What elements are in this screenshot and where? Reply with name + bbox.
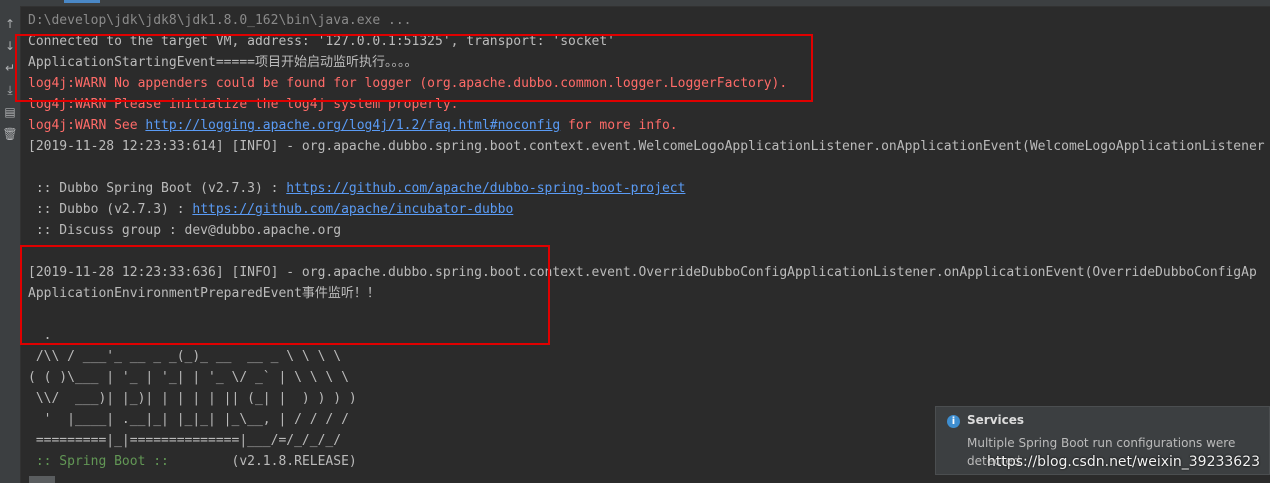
command-line: D:\develop\jdk\jdk8\jdk1.8.0_162\bin\jav… (28, 13, 412, 28)
log4j-faq-link[interactable]: http://logging.apache.org/log4j/1.2/faq.… (145, 118, 560, 133)
banner-line: \\/ ___)| |_)| | | | | || (_| | ) ) ) ) (28, 391, 357, 406)
dubbo-spring-boot-link[interactable]: https://github.com/apache/dubbo-spring-b… (286, 181, 685, 196)
active-tab-indicator[interactable] (64, 0, 100, 3)
annotation-box-bottom (20, 245, 550, 345)
spring-boot-version: (v2.1.8.RELEASE) (176, 454, 357, 469)
notification-title: Services (967, 413, 1025, 427)
dubbo-spring-boot-line: :: Dubbo Spring Boot (v2.7.3) : https://… (28, 178, 686, 199)
horizontal-scrollbar-thumb[interactable] (29, 476, 55, 483)
print-icon[interactable]: ▤ (0, 102, 20, 122)
trash-icon[interactable]: 🗑 (0, 124, 20, 144)
annotation-box-top (15, 34, 813, 102)
tool-window-tabs-bar (0, 0, 1270, 7)
dubbo-version-line: :: Dubbo (v2.7.3) : https://github.com/a… (28, 199, 513, 220)
log4j-warn-see-prefix: log4j:WARN See (28, 118, 146, 133)
spring-boot-version-line: :: Spring Boot :: (v2.1.8.RELEASE) (28, 451, 357, 472)
dubbo-spring-boot-label: :: Dubbo Spring Boot (v2.7.3) : (28, 181, 287, 196)
log4j-warn-see-line: log4j:WARN See http://logging.apache.org… (28, 115, 678, 136)
log4j-warn-see-suffix: for more info. (560, 118, 678, 133)
banner-line: ( ( )\___ | '_ | '_| | '_ \/ _` | \ \ \ … (28, 370, 349, 385)
banner-line: ' |____| .__|_| |_|_| |_\__, | / / / / (28, 412, 349, 427)
discuss-group-line: :: Discuss group : dev@dubbo.apache.org (28, 223, 342, 238)
watermark-text: https://blog.csdn.net/weixin_39233623 (987, 454, 1261, 470)
dubbo-version-label: :: Dubbo (v2.7.3) : (28, 202, 193, 217)
info-icon: i (947, 415, 960, 428)
spring-boot-label: :: Spring Boot :: (28, 454, 177, 469)
info-welcome-logo-line: [2019-11-28 12:23:33:614] [INFO] - org.a… (28, 139, 1265, 154)
banner-line: /\\ / ___'_ __ _ _(_)_ __ __ _ \ \ \ \ (28, 349, 342, 364)
banner-line: =========|_|==============|___/=/_/_/_/ (28, 433, 342, 448)
up-arrow-icon[interactable]: ↑ (0, 14, 20, 34)
incubator-dubbo-link[interactable]: https://github.com/apache/incubator-dubb… (192, 202, 513, 217)
